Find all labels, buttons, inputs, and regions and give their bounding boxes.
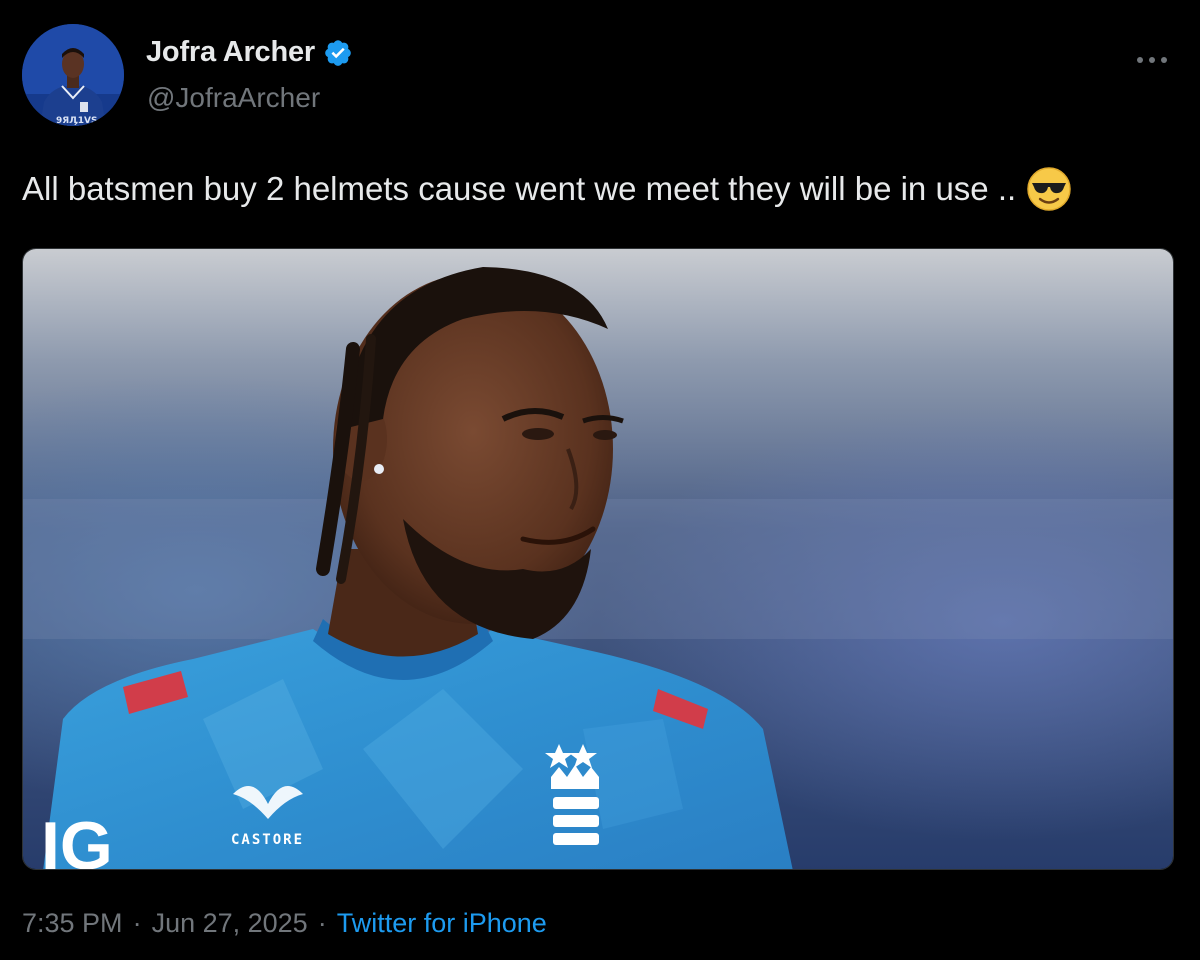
svg-text:9ЯӅ1VS: 9ЯӅ1VS	[56, 116, 97, 126]
tweet-text: All batsmen buy 2 helmets cause went we …	[22, 170, 1017, 207]
tweet-time[interactable]: 7:35 PM	[22, 908, 123, 939]
tweet-text-row: All batsmen buy 2 helmets cause went we …	[22, 166, 1072, 212]
tweet-date[interactable]: Jun 27, 2025	[152, 908, 308, 939]
tweet-card: 9ЯӅ1VS Jofra Archer @JofraArcher All bat…	[0, 0, 1200, 960]
photo-attachment-icon: CASTORE IG	[23, 249, 1173, 870]
tweet-meta: 7:35 PM · Jun 27, 2025 · Twitter for iPh…	[22, 908, 547, 939]
avatar[interactable]: 9ЯӅ1VS	[22, 24, 124, 126]
meta-separator: ·	[317, 908, 327, 938]
author-name-row: Jofra Archer	[146, 36, 353, 69]
avatar-photo-icon: 9ЯӅ1VS	[22, 24, 124, 126]
jersey-sponsor: CASTORE	[231, 832, 304, 848]
sunglasses-emoji-icon	[1027, 167, 1071, 211]
more-options-icon[interactable]	[1134, 50, 1170, 70]
tweet-photo[interactable]: CASTORE IG	[22, 248, 1174, 870]
display-name[interactable]: Jofra Archer	[146, 36, 315, 69]
verified-badge-icon	[325, 39, 351, 66]
author-handle[interactable]: @JofraArcher	[147, 82, 320, 114]
tweet-source-link[interactable]: Twitter for iPhone	[337, 908, 547, 939]
sleeve-text: IG	[41, 808, 113, 870]
meta-separator: ·	[132, 908, 142, 938]
